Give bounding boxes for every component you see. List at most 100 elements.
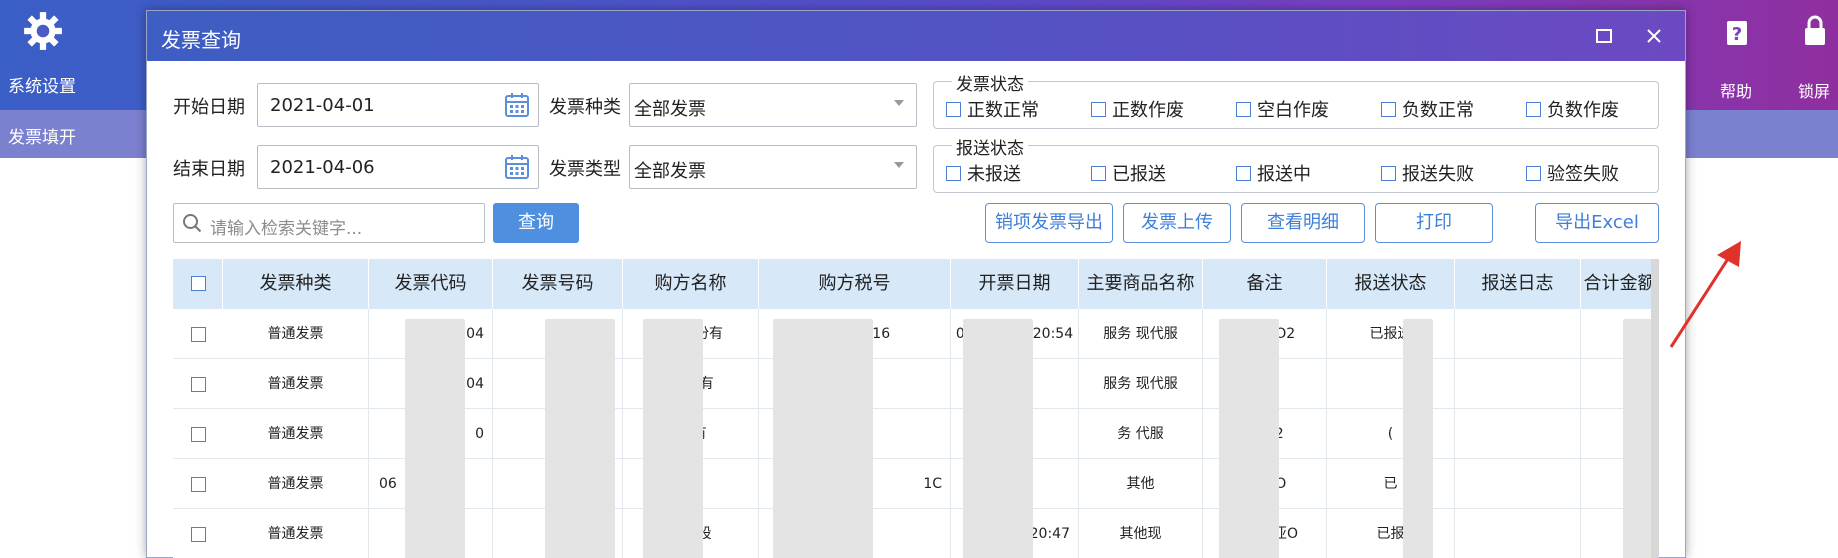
checkbox-icon [1091, 101, 1106, 117]
invoice-type-select[interactable]: 全部发票 [629, 145, 917, 189]
maximize-icon [1596, 29, 1612, 43]
checkbox-icon [1091, 165, 1106, 181]
cell-status: ( [1327, 409, 1455, 459]
cell-kind: 普通发票 [223, 309, 369, 359]
status-option[interactable]: 正数作废 [1091, 96, 1184, 122]
cell-status: 已报送 [1327, 309, 1455, 359]
cell-kind: 普通发票 [223, 459, 369, 509]
column-header[interactable]: 报送状态 [1327, 259, 1455, 309]
cell-status: 已 [1327, 459, 1455, 509]
invoice-kind-label: 发票种类 [549, 97, 621, 118]
invoice-type-label: 发票类型 [549, 159, 621, 180]
export-excel-button[interactable]: 导出Excel [1535, 203, 1659, 243]
lock-icon[interactable] [1800, 14, 1830, 48]
checkbox-icon[interactable] [191, 427, 206, 442]
cell-goods: 其他 [1079, 459, 1203, 509]
column-header[interactable]: 购方名称 [623, 259, 759, 309]
checkbox-icon [946, 165, 961, 181]
help-label[interactable]: 帮助 [1720, 78, 1752, 102]
column-header[interactable]: 备注 [1203, 259, 1327, 309]
column-header[interactable]: 主要商品名称 [1079, 259, 1203, 309]
invoice-status-legend: 发票状态 [952, 70, 1028, 95]
gear-icon[interactable] [22, 10, 64, 52]
column-header[interactable]: 发票代码 [369, 259, 493, 309]
start-date-field[interactable]: 2021-04-01 [257, 83, 539, 127]
calendar-icon[interactable] [504, 92, 530, 118]
table-row[interactable]: 普通发票 04 99 中 出 份有 00 09 016 021-04-06 20… [173, 309, 1659, 359]
report-option[interactable]: 已报送 [1091, 160, 1166, 186]
status-option[interactable]: 负数作废 [1526, 96, 1619, 122]
dialog-title: 发票查询 [161, 28, 241, 52]
end-date-label: 结束日期 [173, 159, 245, 180]
cell-status: 已报 [1327, 509, 1455, 558]
status-option[interactable]: 正数正常 [946, 96, 1039, 122]
report-option[interactable]: 未报送 [946, 160, 1021, 186]
table-row[interactable]: 普通发票 0 工 有 务 代服 俄 O2 ( [173, 409, 1659, 459]
cell-kind: 普通发票 [223, 409, 369, 459]
cell-kind: 普通发票 [223, 359, 369, 409]
end-date-value: 2021-04-06 [270, 157, 375, 178]
lock-label[interactable]: 锁屏 [1798, 78, 1830, 102]
search-input[interactable]: 请输入检索关键字... [173, 203, 485, 243]
cell-goods: 其他现 [1079, 509, 1203, 558]
checkbox-icon[interactable] [191, 477, 206, 492]
checkbox-icon [1236, 101, 1251, 117]
redacted-region [643, 319, 703, 558]
checkbox-icon [1381, 101, 1396, 117]
export-output-invoice-button[interactable]: 销项发票导出 [985, 203, 1113, 243]
column-header[interactable]: 发票种类 [223, 259, 369, 309]
status-option[interactable]: 空白作废 [1236, 96, 1329, 122]
dropdown-arrow-icon [894, 100, 904, 106]
report-status-legend: 报送状态 [952, 134, 1028, 159]
table-row[interactable]: 普通发票 06 1C 06 其他 塞俄 O 已 [173, 459, 1659, 509]
checkbox-icon[interactable] [191, 377, 206, 392]
cell-status [1327, 359, 1455, 409]
checkbox-icon[interactable] [191, 527, 206, 542]
redacted-region [545, 319, 615, 558]
invoice-kind-select[interactable]: 全部发票 [629, 83, 917, 127]
report-option[interactable]: 验签失败 [1526, 160, 1619, 186]
report-option[interactable]: 报送失败 [1381, 160, 1474, 186]
svg-text:?: ? [1732, 24, 1742, 45]
table-row[interactable]: 普通发票 04 进 份有 0 02 0 服务 现代服 O2 [173, 359, 1659, 409]
question-icon[interactable]: ? [1722, 18, 1752, 48]
subnav-invoice-issue[interactable]: 发票填开 [8, 123, 76, 148]
cell-log [1455, 509, 1581, 558]
report-status-group: 报送状态 未报送 已报送 报送中 报送失败 验签失败 [933, 134, 1659, 193]
checkbox-icon[interactable] [191, 327, 206, 342]
dialog-titlebar[interactable]: 发票查询 [147, 11, 1685, 61]
invoice-status-group: 发票状态 正数正常 正数作废 空白作废 负数正常 负数作废 [933, 70, 1659, 129]
calendar-icon[interactable] [504, 154, 530, 180]
header-select-all[interactable] [173, 259, 223, 309]
column-header[interactable]: 报送日志 [1455, 259, 1581, 309]
status-option[interactable]: 负数正常 [1381, 96, 1474, 122]
maximize-button[interactable] [1589, 23, 1619, 49]
invoice-table: 发票种类 发票代码 发票号码 购方名称 购方税号 开票日期 主要商品名称 备注 … [173, 259, 1659, 558]
close-button[interactable] [1639, 23, 1669, 49]
redacted-region [1219, 319, 1279, 558]
column-header[interactable]: 购方税号 [759, 259, 951, 309]
column-header[interactable]: 发票号码 [493, 259, 623, 309]
report-option[interactable]: 报送中 [1236, 160, 1311, 186]
cell-goods: 务 代服 [1079, 409, 1203, 459]
redacted-region [963, 319, 1033, 558]
upload-invoice-button[interactable]: 发票上传 [1123, 203, 1231, 243]
redacted-region [405, 319, 465, 558]
redacted-region [1623, 319, 1653, 558]
search-placeholder: 请输入检索关键字... [210, 219, 363, 239]
column-header[interactable]: 开票日期 [951, 259, 1079, 309]
print-button[interactable]: 打印 [1375, 203, 1493, 243]
redacted-region [1403, 319, 1433, 558]
view-details-button[interactable]: 查看明细 [1241, 203, 1365, 243]
search-icon [183, 214, 202, 233]
cell-goods: 服务 现代服 [1079, 359, 1203, 409]
end-date-field[interactable]: 2021-04-06 [257, 145, 539, 189]
checkbox-icon [946, 101, 961, 117]
checkbox-icon [191, 276, 206, 291]
vertical-scrollbar[interactable] [1651, 259, 1659, 558]
start-date-label: 开始日期 [173, 97, 245, 118]
nav-system-settings[interactable]: 系统设置 [8, 72, 76, 97]
column-header[interactable]: 合计金额 [1581, 259, 1659, 309]
query-button[interactable]: 查询 [493, 203, 579, 243]
table-row[interactable]: 普通发票 062 04 出口股 20:47 其他现 塞俄比亚O 已报 20 [173, 509, 1659, 558]
